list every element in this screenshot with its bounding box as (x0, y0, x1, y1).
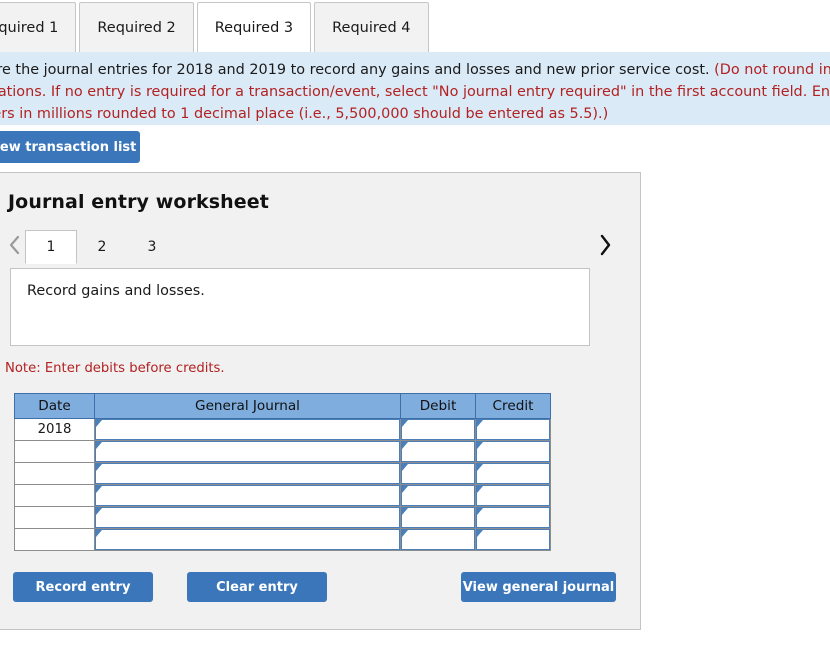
general-journal-input[interactable] (95, 419, 400, 440)
tab-required-2[interactable]: Required 2 (79, 2, 194, 52)
chevron-left-icon[interactable] (1, 228, 27, 262)
table-row (14, 484, 551, 507)
worksheet-page-1[interactable]: 1 (25, 230, 77, 264)
button-label: View transaction list (0, 139, 137, 155)
view-transaction-list-button[interactable]: View transaction list (0, 131, 140, 163)
page-label: 3 (147, 239, 157, 255)
instruction-black-text: repare the journal entries for 2018 and … (0, 62, 715, 78)
general-journal-cell[interactable] (94, 528, 401, 551)
debit-input[interactable] (401, 485, 475, 506)
column-header-debit: Debit (400, 393, 476, 419)
credit-cell[interactable] (475, 440, 551, 463)
general-journal-cell[interactable] (94, 484, 401, 507)
debit-cell[interactable] (400, 418, 476, 441)
table-header-row: Date General Journal Debit Credit (14, 393, 551, 419)
page-label: 1 (46, 239, 56, 255)
debit-cell[interactable] (400, 440, 476, 463)
debits-before-credits-note: Note: Enter debits before credits. (5, 361, 225, 376)
tab-required-1[interactable]: Required 1 (0, 2, 77, 52)
debit-input[interactable] (401, 507, 475, 528)
button-label: Clear entry (216, 579, 298, 595)
prompt-text: Record gains and losses. (27, 283, 205, 299)
general-journal-input[interactable] (95, 507, 400, 528)
instruction-banner: repare the journal entries for 2018 and … (0, 52, 830, 125)
clear-entry-button[interactable]: Clear entry (187, 572, 327, 602)
debit-cell[interactable] (400, 506, 476, 529)
record-entry-button[interactable]: Record entry (13, 572, 153, 602)
credit-cell[interactable] (475, 506, 551, 529)
debit-cell[interactable] (400, 484, 476, 507)
instruction-line-3: nswers in millions rounded to 1 decimal … (0, 106, 609, 122)
credit-cell[interactable] (475, 418, 551, 441)
debit-input[interactable] (401, 441, 475, 462)
tab-label: Required 2 (97, 19, 176, 36)
general-journal-input[interactable] (95, 529, 400, 550)
credit-input[interactable] (476, 529, 550, 550)
credit-cell[interactable] (475, 484, 551, 507)
worksheet-pager: 1 2 3 (1, 228, 618, 264)
instruction-red-text: (Do not round interme (714, 62, 830, 78)
credit-input[interactable] (476, 485, 550, 506)
required-tabs: Required 1 Required 2 Required 3 Require… (0, 0, 830, 52)
tab-label: Required 4 (332, 19, 411, 36)
page-label: 2 (97, 239, 107, 255)
tab-required-3[interactable]: Required 3 (196, 2, 312, 52)
credit-input[interactable] (476, 419, 550, 440)
debit-cell[interactable] (400, 462, 476, 485)
journal-entry-worksheet-panel: Journal entry worksheet 1 2 3 Record gai… (0, 172, 641, 630)
general-journal-cell[interactable] (94, 506, 401, 529)
general-journal-input[interactable] (95, 463, 400, 484)
credit-input[interactable] (476, 463, 550, 484)
table-row: 2018 (14, 418, 551, 441)
date-cell[interactable]: 2018 (14, 418, 95, 441)
date-cell[interactable] (14, 440, 95, 463)
table-row (14, 440, 551, 463)
worksheet-title: Journal entry worksheet (8, 191, 269, 213)
column-header-general-journal: General Journal (94, 393, 401, 419)
instruction-line-2: alculations. If no entry is required for… (0, 84, 830, 100)
general-journal-cell[interactable] (94, 418, 401, 441)
table-row (14, 528, 551, 551)
credit-input[interactable] (476, 507, 550, 528)
instruction-text: repare the journal entries for 2018 and … (0, 59, 830, 125)
date-cell[interactable] (14, 462, 95, 485)
date-cell[interactable] (14, 506, 95, 529)
tab-label: Required 3 (214, 19, 294, 36)
button-label: View general journal (462, 579, 615, 595)
general-journal-cell[interactable] (94, 440, 401, 463)
view-general-journal-button[interactable]: View general journal (461, 572, 616, 602)
tab-label: Required 1 (0, 19, 59, 36)
general-journal-input[interactable] (95, 485, 400, 506)
worksheet-prompt-box: Record gains and losses. (10, 268, 590, 346)
date-cell[interactable] (14, 528, 95, 551)
credit-input[interactable] (476, 441, 550, 462)
instruction-line-1: repare the journal entries for 2018 and … (0, 59, 830, 81)
credit-cell[interactable] (475, 462, 551, 485)
debit-input[interactable] (401, 463, 475, 484)
tab-required-4[interactable]: Required 4 (314, 2, 429, 52)
worksheet-page-2[interactable]: 2 (77, 230, 127, 264)
table-row (14, 462, 551, 485)
button-label: Record entry (35, 579, 131, 595)
date-cell[interactable] (14, 484, 95, 507)
worksheet-page-3[interactable]: 3 (127, 230, 177, 264)
debit-cell[interactable] (400, 528, 476, 551)
debit-input[interactable] (401, 529, 475, 550)
journal-entry-table: Date General Journal Debit Credit 2018 (14, 393, 551, 551)
general-journal-cell[interactable] (94, 462, 401, 485)
debit-input[interactable] (401, 419, 475, 440)
column-header-credit: Credit (475, 393, 551, 419)
column-header-date: Date (14, 393, 95, 419)
chevron-right-icon[interactable] (592, 228, 618, 262)
general-journal-input[interactable] (95, 441, 400, 462)
credit-cell[interactable] (475, 528, 551, 551)
table-row (14, 506, 551, 529)
page-root: Required 1 Required 2 Required 3 Require… (0, 0, 830, 651)
